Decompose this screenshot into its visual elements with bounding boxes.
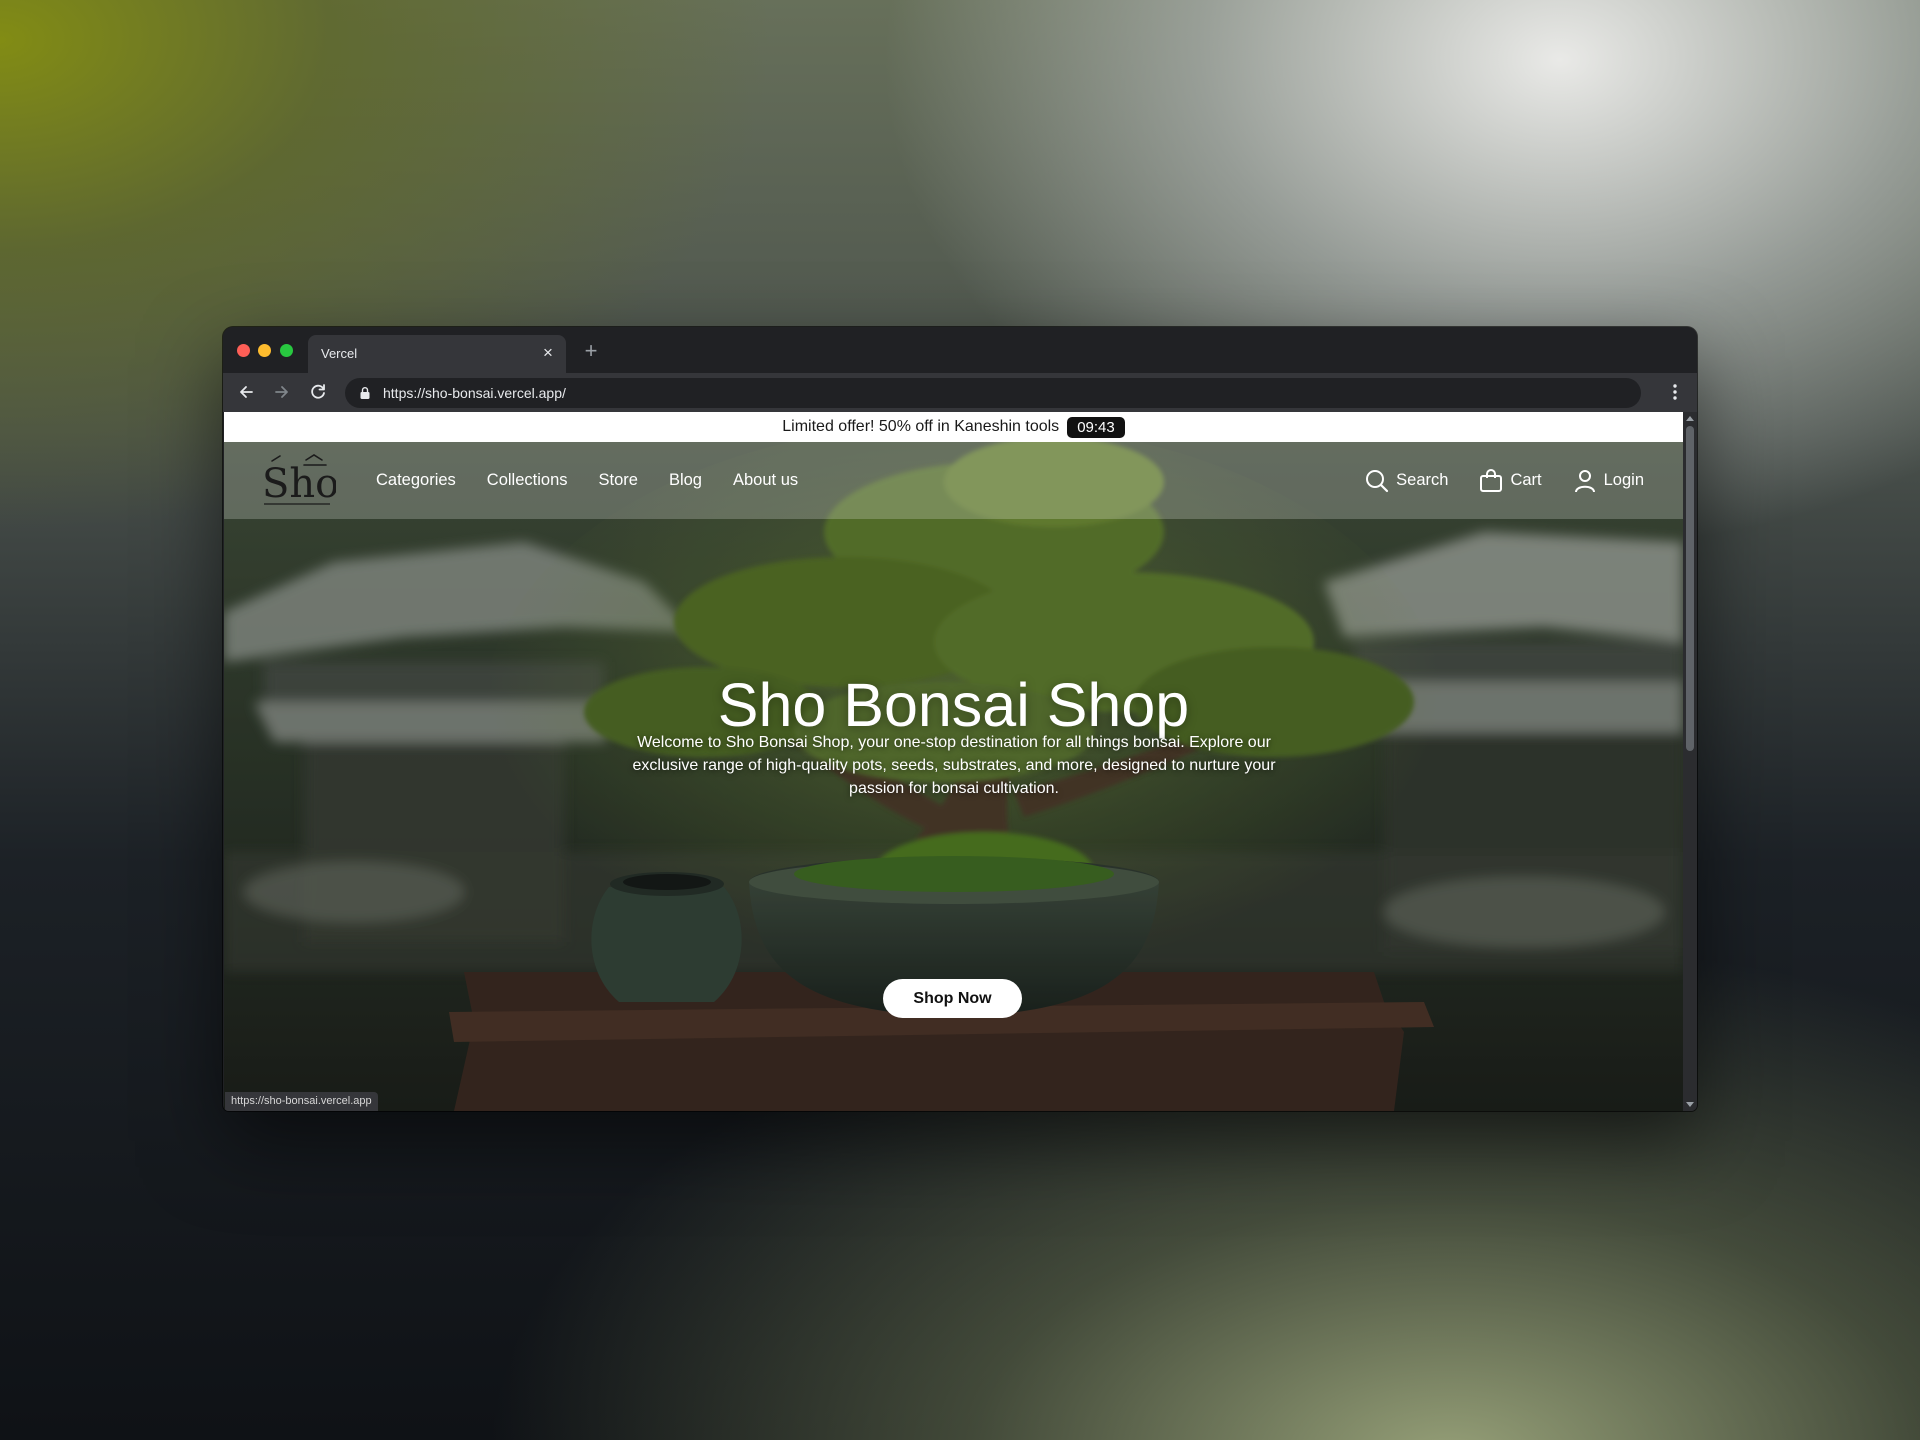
scrollbar-thumb[interactable] xyxy=(1686,426,1694,751)
tab-close-icon[interactable]: × xyxy=(538,343,558,363)
cart-button[interactable]: Cart xyxy=(1478,468,1542,494)
promo-text: Limited offer! 50% off in Kaneshin tools xyxy=(782,418,1060,435)
scroll-up-arrow-icon[interactable] xyxy=(1686,416,1694,421)
tab-title: Vercel xyxy=(321,346,358,361)
browser-titlebar: Vercel × + xyxy=(223,327,1697,373)
nav-link-categories[interactable]: Categories xyxy=(376,471,456,490)
nav-link-about-us[interactable]: About us xyxy=(733,471,798,490)
kebab-menu-icon xyxy=(1673,384,1677,400)
promo-banner: Limited offer! 50% off in Kaneshin tools… xyxy=(224,412,1683,442)
search-button[interactable]: Search xyxy=(1364,468,1448,494)
nav-link-collections[interactable]: Collections xyxy=(487,471,568,490)
new-tab-button[interactable]: + xyxy=(578,338,604,364)
forward-button[interactable] xyxy=(267,377,297,407)
address-bar[interactable]: https://sho-bonsai.vercel.app/ xyxy=(345,378,1641,408)
site-logo[interactable]: Sho xyxy=(258,452,339,510)
header-actions: Search Cart Login xyxy=(1364,442,1644,519)
user-icon xyxy=(1574,469,1595,492)
login-label: Login xyxy=(1603,471,1644,489)
search-icon xyxy=(1366,469,1389,492)
browser-menu-button[interactable] xyxy=(1665,377,1685,407)
browser-toolbar: https://sho-bonsai.vercel.app/ xyxy=(223,373,1697,412)
shop-now-button[interactable]: Shop Now xyxy=(883,979,1022,1018)
browser-tab[interactable]: Vercel × xyxy=(308,335,566,373)
address-url: https://sho-bonsai.vercel.app/ xyxy=(383,385,566,401)
page-viewport: Limited offer! 50% off in Kaneshin tools… xyxy=(224,412,1683,1111)
nav-link-store[interactable]: Store xyxy=(599,471,638,490)
login-button[interactable]: Login xyxy=(1572,468,1644,494)
cart-label: Cart xyxy=(1510,471,1542,489)
hero-title: Sho Bonsai Shop xyxy=(717,671,1190,739)
promo-countdown-timer: 09:43 xyxy=(1067,416,1125,438)
maximize-window-button[interactable] xyxy=(280,344,293,357)
nav-link-blog[interactable]: Blog xyxy=(669,471,702,490)
arrow-left-icon xyxy=(240,386,253,398)
page-scrollbar[interactable] xyxy=(1683,412,1697,1111)
svg-text:Sho: Sho xyxy=(262,461,336,507)
shopping-bag-icon xyxy=(1480,468,1503,492)
close-window-button[interactable] xyxy=(237,344,250,357)
scroll-down-arrow-icon[interactable] xyxy=(1686,1102,1694,1107)
main-navigation: Categories Collections Store Blog About … xyxy=(376,442,798,519)
lock-icon xyxy=(360,387,370,399)
site-header: Sho Categories Collections Store Blog Ab… xyxy=(224,442,1683,519)
hero-description: Welcome to Sho Bonsai Shop, your one-sto… xyxy=(632,734,1276,797)
reload-icon xyxy=(311,384,325,399)
search-label: Search xyxy=(1396,471,1449,489)
sho-logo-icon: Sho xyxy=(262,454,339,507)
arrow-right-icon xyxy=(275,386,288,398)
browser-window: Vercel × + https://sho-bonsai.vercel.app… xyxy=(223,327,1697,1111)
status-bar-url: https://sho-bonsai.vercel.app xyxy=(225,1092,378,1111)
back-button[interactable] xyxy=(231,377,261,407)
minimize-window-button[interactable] xyxy=(258,344,271,357)
reload-button[interactable] xyxy=(303,377,333,407)
